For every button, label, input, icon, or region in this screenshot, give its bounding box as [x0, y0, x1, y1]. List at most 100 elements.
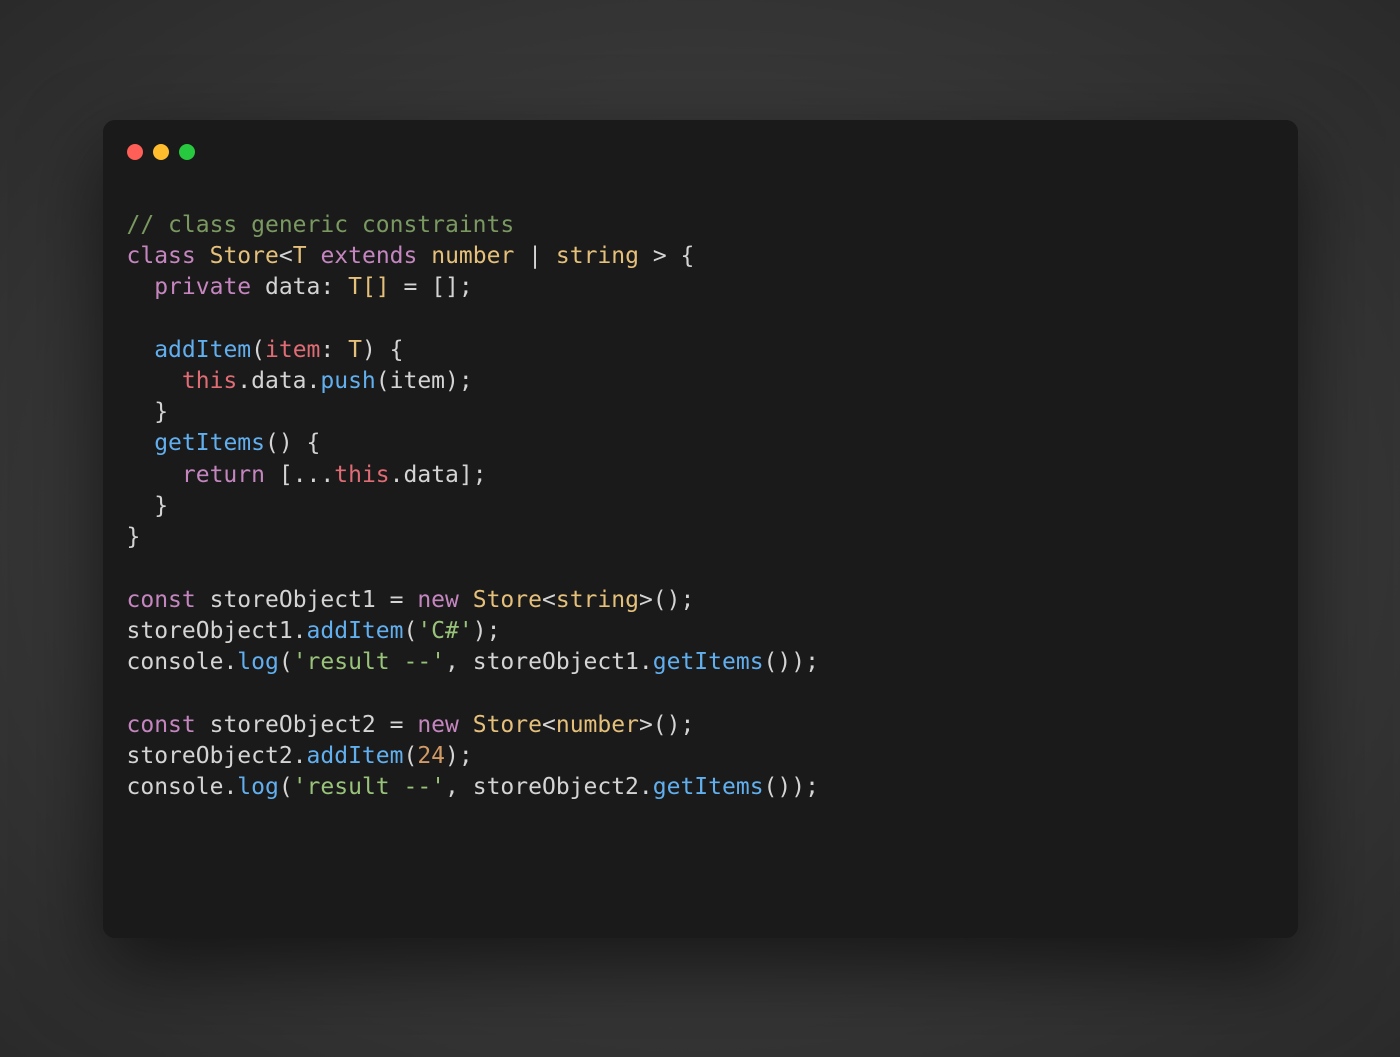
code-token: getItems [653, 774, 764, 800]
code-token: 24 [417, 743, 445, 769]
code-token: { [376, 337, 404, 363]
code-token: ; [487, 618, 501, 644]
code-token: . [307, 368, 321, 394]
code-token: number [556, 712, 639, 738]
code-token: addItem [307, 618, 404, 644]
code-token: > [639, 243, 667, 269]
code-token: log [237, 774, 279, 800]
code-token: = [390, 274, 432, 300]
code-token: : [320, 274, 348, 300]
code-token: storeObject1 [127, 618, 293, 644]
code-token: console [127, 649, 224, 675]
maximize-button[interactable] [179, 144, 195, 160]
code-token: ; [459, 274, 473, 300]
code-token [127, 368, 182, 394]
code-token: . [293, 743, 307, 769]
code-token: ; [805, 649, 819, 675]
code-token: . [237, 368, 251, 394]
code-token: ( [376, 368, 390, 394]
code-token: data [251, 274, 320, 300]
code-token: const [127, 587, 196, 613]
code-token: item [390, 368, 445, 394]
code-token [459, 712, 473, 738]
code-token: addItem [307, 743, 404, 769]
code-token: Store [210, 243, 279, 269]
code-token: storeObject2 [210, 712, 376, 738]
code-token: ( [279, 774, 293, 800]
code-token [265, 462, 279, 488]
code-token: ) [445, 743, 459, 769]
code-token: = [376, 712, 418, 738]
code-token: [] [431, 274, 459, 300]
code-token: ] [459, 462, 473, 488]
code-token: const [127, 712, 196, 738]
code-token: storeObject1 [473, 649, 639, 675]
code-token: , [445, 774, 473, 800]
code-token [127, 462, 182, 488]
code-token: getItems [653, 649, 764, 675]
code-token: string [556, 587, 639, 613]
code-editor-window: // class generic constraints class Store… [103, 120, 1298, 938]
code-token: addItem [154, 337, 251, 363]
code-token: data [404, 462, 459, 488]
code-token: ) [473, 618, 487, 644]
code-token: , [445, 649, 473, 675]
code-token: ( [403, 743, 417, 769]
code-token: . [223, 649, 237, 675]
code-token: new [417, 712, 459, 738]
code-token: ; [473, 462, 487, 488]
code-token [196, 587, 210, 613]
code-token: ( [251, 337, 265, 363]
code-token: | [514, 243, 556, 269]
code-token: item [265, 337, 320, 363]
code-token: ... [293, 462, 335, 488]
close-button[interactable] [127, 144, 143, 160]
code-token: console [127, 774, 224, 800]
code-token: push [320, 368, 375, 394]
code-token: } [154, 493, 168, 519]
code-token: extends [320, 243, 417, 269]
code-token: storeObject2 [473, 774, 639, 800]
code-token: this [182, 368, 237, 394]
code-token: new [417, 587, 459, 613]
minimize-button[interactable] [153, 144, 169, 160]
code-token: ( [279, 649, 293, 675]
code-token: } [127, 524, 141, 550]
code-token: number [431, 243, 514, 269]
code-token: ; [459, 743, 473, 769]
code-token: data [251, 368, 306, 394]
code-token [196, 243, 210, 269]
code-token: Store [473, 712, 542, 738]
code-token: T[] [348, 274, 390, 300]
code-token: this [334, 462, 389, 488]
code-token: . [223, 774, 237, 800]
code-token: getItems [154, 430, 265, 456]
code-token: . [639, 774, 653, 800]
code-token: > [639, 587, 653, 613]
code-token: T [348, 337, 362, 363]
code-token: ) [362, 337, 376, 363]
code-token: ; [681, 587, 695, 613]
code-content[interactable]: // class generic constraints class Store… [127, 210, 1274, 804]
code-token: ) [791, 649, 805, 675]
code-token: ; [681, 712, 695, 738]
code-token: ) [445, 368, 459, 394]
code-token: () [764, 774, 792, 800]
code-token: ) [791, 774, 805, 800]
code-token [196, 712, 210, 738]
code-token: } [154, 399, 168, 425]
code-token: string [556, 243, 639, 269]
code-token: return [182, 462, 265, 488]
code-token: class [127, 243, 196, 269]
code-token: 'result --' [293, 774, 445, 800]
code-token: () [653, 587, 681, 613]
code-token: ; [805, 774, 819, 800]
code-token [459, 587, 473, 613]
code-token [127, 493, 155, 519]
code-token [127, 430, 155, 456]
code-token: log [237, 649, 279, 675]
code-token: storeObject1 [210, 587, 376, 613]
code-token [127, 399, 155, 425]
code-token: { [293, 430, 321, 456]
code-token: . [639, 649, 653, 675]
